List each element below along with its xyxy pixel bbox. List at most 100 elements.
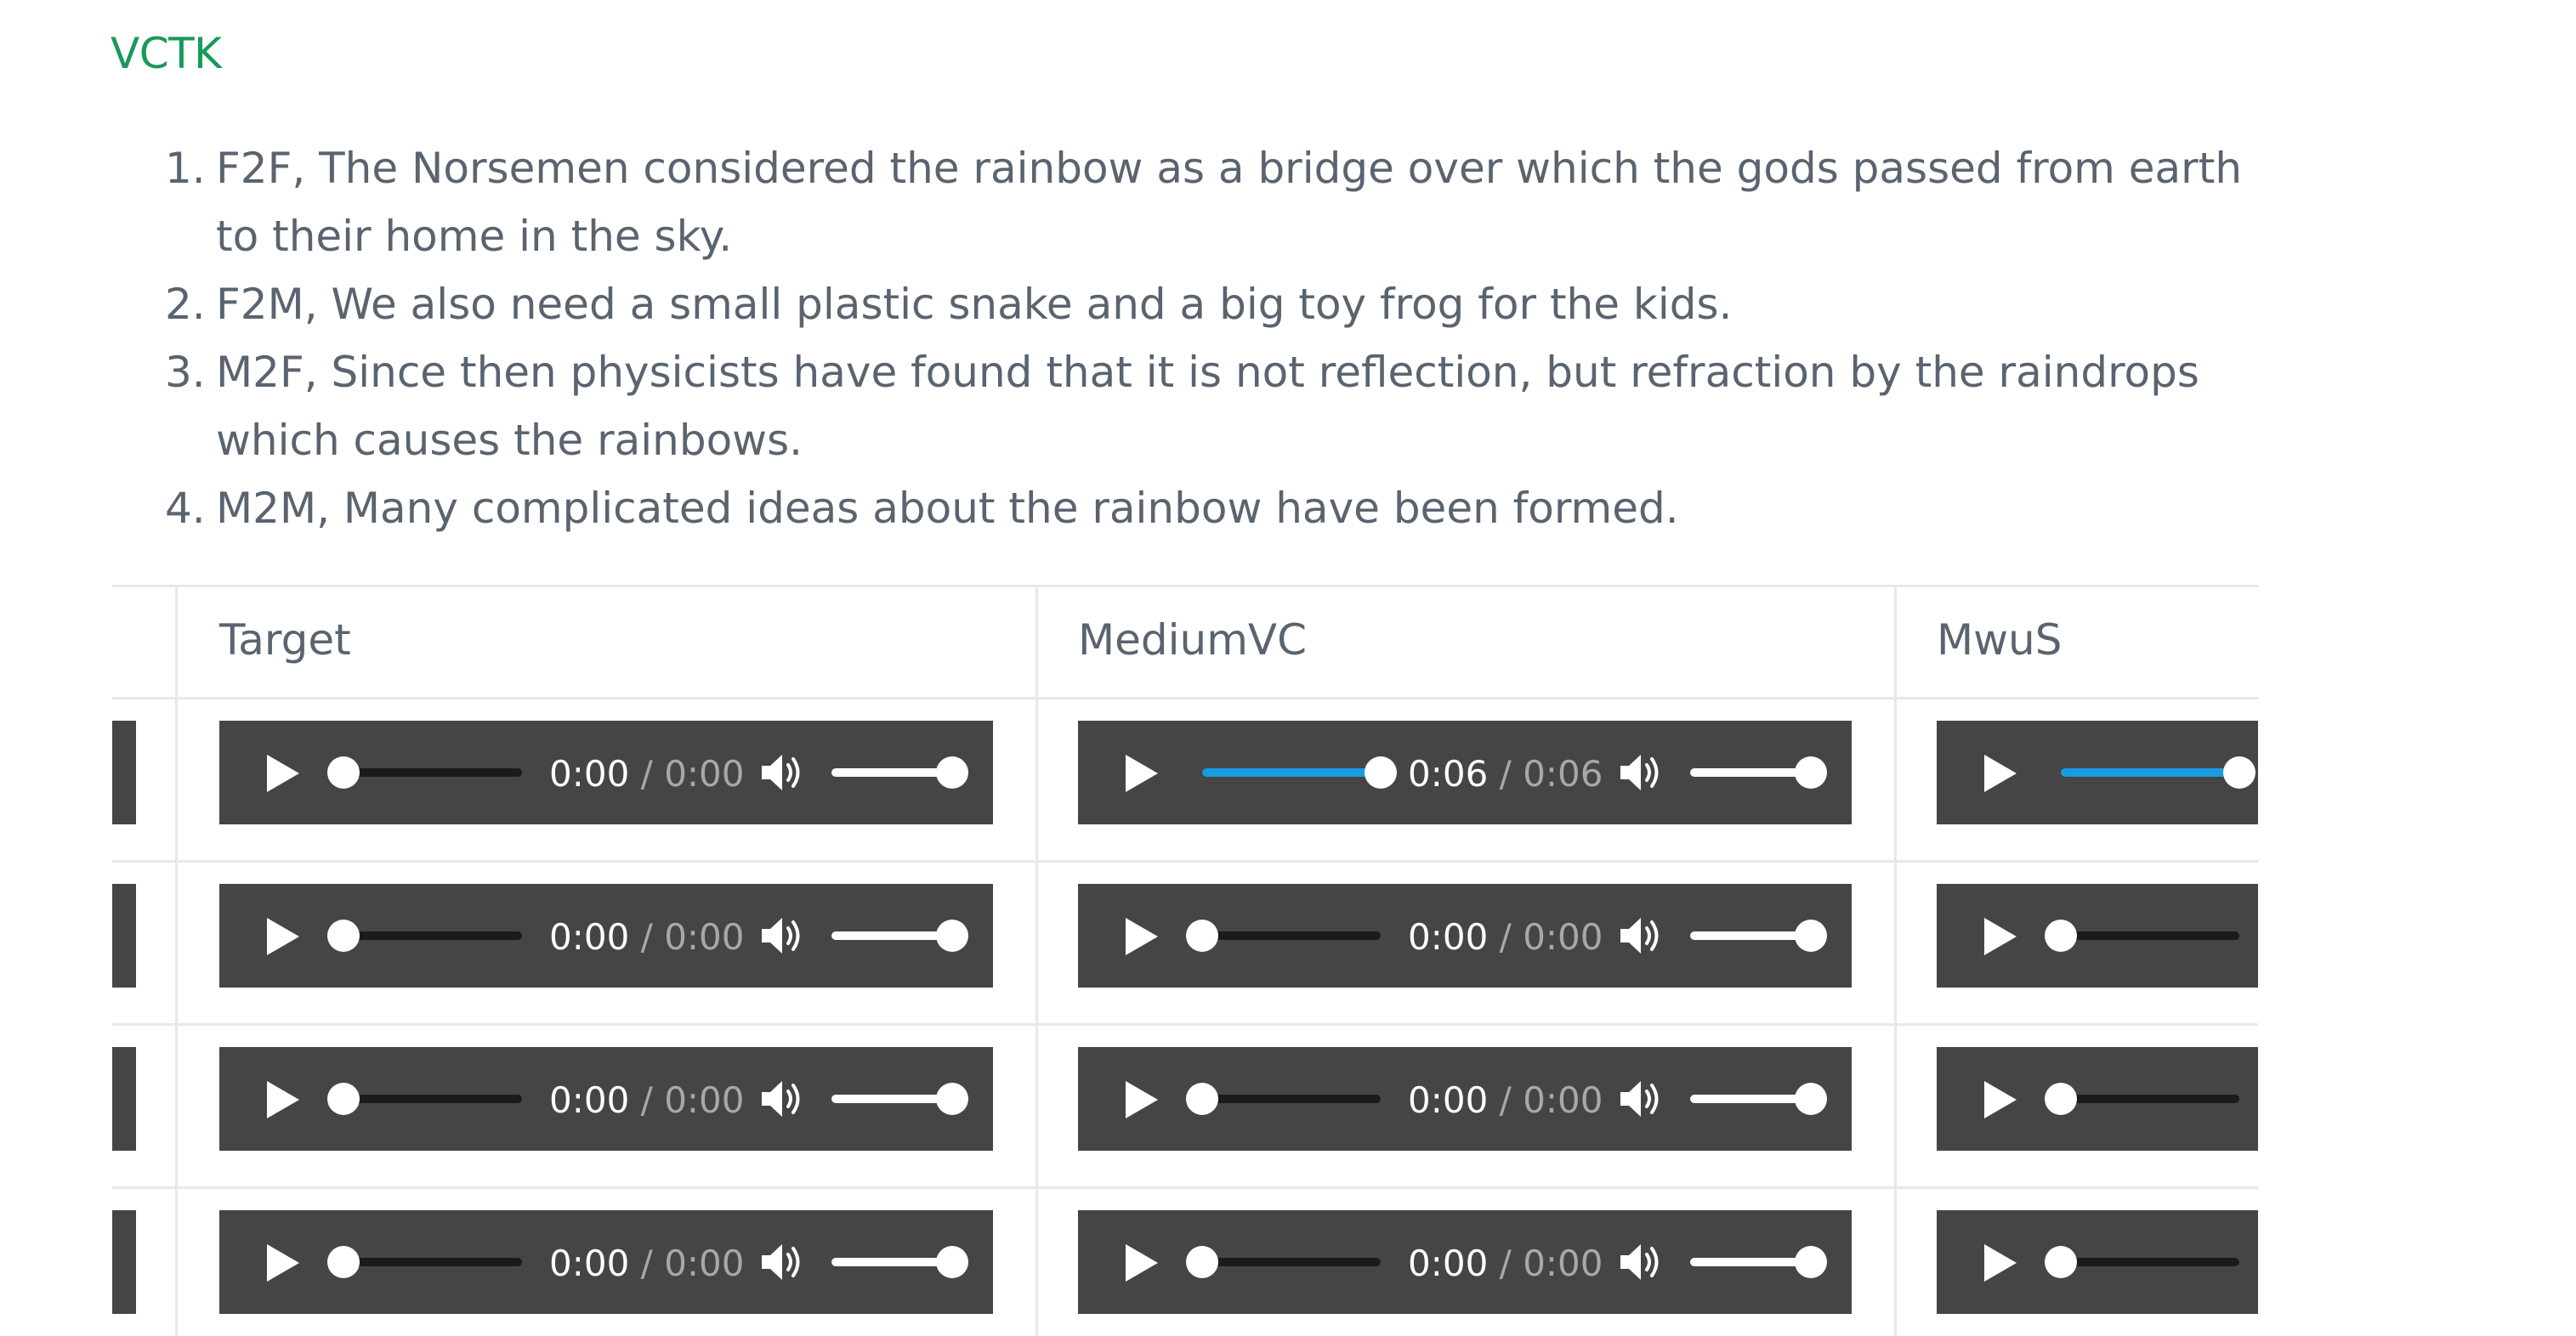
- seek-slider[interactable]: [327, 1083, 522, 1115]
- volume-handle[interactable]: [936, 920, 968, 952]
- audio-player[interactable]: 0:00 / 0:00: [1078, 884, 1852, 988]
- audio-player[interactable]: 0:00 / 0:00: [219, 721, 993, 824]
- seek-handle[interactable]: [2045, 1246, 2077, 1278]
- volume-handle[interactable]: [936, 1246, 968, 1278]
- seek-slider[interactable]: [327, 756, 522, 789]
- volume-icon[interactable]: [1619, 914, 1665, 957]
- time-display: 0:00 / 0:00: [1408, 1079, 1603, 1121]
- seek-slider[interactable]: [1186, 1083, 1381, 1115]
- play-icon[interactable]: [1984, 918, 2017, 955]
- section-title: VCTK: [111, 29, 222, 78]
- play-icon[interactable]: [267, 918, 299, 955]
- seek-handle[interactable]: [327, 1083, 360, 1115]
- audio-player[interactable]: 0:00 / 0:00: [219, 884, 993, 988]
- seek-progress: [2061, 768, 2239, 777]
- table-divider: [112, 585, 2258, 587]
- volume-handle[interactable]: [1795, 920, 1827, 952]
- time-separator: /: [1488, 753, 1523, 795]
- volume-slider[interactable]: [831, 1246, 968, 1278]
- play-icon[interactable]: [1126, 1244, 1158, 1282]
- volume-handle[interactable]: [936, 756, 968, 789]
- volume-icon[interactable]: [760, 914, 806, 957]
- play-icon[interactable]: [267, 1081, 299, 1118]
- seek-slider[interactable]: [327, 920, 522, 952]
- volume-slider[interactable]: [1690, 756, 1827, 789]
- volume-icon[interactable]: [760, 1078, 806, 1120]
- volume-slider[interactable]: [1690, 1083, 1827, 1115]
- play-icon[interactable]: [1984, 1081, 2017, 1118]
- volume-icon[interactable]: [1619, 1078, 1665, 1120]
- audio-player[interactable]: 0:00 / 0:00: [219, 1047, 993, 1151]
- volume-handle[interactable]: [1795, 756, 1827, 789]
- table-divider: [1036, 585, 1038, 1336]
- play-icon[interactable]: [1126, 1081, 1158, 1118]
- current-time: 0:00: [549, 753, 630, 795]
- seek-slider[interactable]: [2045, 1246, 2239, 1278]
- play-icon[interactable]: [1126, 918, 1158, 955]
- volume-handle[interactable]: [936, 1083, 968, 1115]
- seek-slider[interactable]: [1186, 1246, 1381, 1278]
- seek-handle[interactable]: [327, 756, 360, 789]
- seek-slider[interactable]: [2045, 920, 2239, 952]
- current-time: 0:00: [1408, 916, 1489, 958]
- volume-icon[interactable]: [760, 751, 806, 794]
- audio-player[interactable]: [1937, 1047, 2258, 1151]
- seek-handle[interactable]: [1365, 756, 1397, 789]
- audio-player[interactable]: 0:00 / 0:00: [1078, 1047, 1852, 1151]
- volume-icon[interactable]: [1619, 751, 1665, 794]
- duration-time: 0:00: [664, 753, 745, 795]
- play-icon[interactable]: [1126, 755, 1158, 792]
- cut-off-player: [112, 1047, 136, 1151]
- audio-player[interactable]: 0:00 / 0:00: [219, 1210, 993, 1314]
- volume-slider[interactable]: [1690, 1246, 1827, 1278]
- seek-handle[interactable]: [2045, 920, 2077, 952]
- volume-slider[interactable]: [1690, 920, 1827, 952]
- audio-player[interactable]: [1937, 721, 2258, 824]
- seek-slider[interactable]: [2045, 1083, 2239, 1115]
- list-item-number: 3.: [165, 348, 206, 397]
- play-icon[interactable]: [267, 755, 299, 792]
- seek-handle[interactable]: [1186, 920, 1218, 952]
- seek-slider[interactable]: [327, 1246, 522, 1278]
- current-time: 0:00: [549, 1243, 630, 1284]
- seek-handle[interactable]: [327, 920, 360, 952]
- play-icon[interactable]: [1984, 755, 2017, 792]
- volume-icon[interactable]: [760, 1241, 806, 1283]
- play-icon[interactable]: [1984, 1244, 2017, 1282]
- seek-slider[interactable]: [2061, 756, 2255, 789]
- seek-handle[interactable]: [1186, 1246, 1218, 1278]
- volume-slider[interactable]: [831, 756, 968, 789]
- audio-player[interactable]: 0:06 / 0:06: [1078, 721, 1852, 824]
- table-divider: [175, 585, 178, 1336]
- seek-slider[interactable]: [1202, 756, 1397, 789]
- table-divider: [112, 697, 2258, 699]
- seek-handle[interactable]: [1186, 1083, 1218, 1115]
- volume-icon[interactable]: [1619, 1241, 1665, 1283]
- audio-player[interactable]: [1937, 884, 2258, 988]
- list-item-text: F2M, We also need a small plastic snake …: [216, 280, 1733, 329]
- time-display: 0:00 / 0:00: [549, 916, 745, 958]
- time-display: 0:00 / 0:00: [549, 753, 745, 795]
- seek-handle[interactable]: [327, 1246, 360, 1278]
- list-item-text: F2F, The Norsemen considered the rainbow…: [216, 144, 2243, 193]
- list-item-text: M2F, Since then physicists have found th…: [216, 348, 2199, 397]
- audio-player[interactable]: 0:00 / 0:00: [1078, 1210, 1852, 1314]
- current-time: 0:00: [549, 1079, 630, 1121]
- cut-off-player: [112, 721, 136, 824]
- volume-slider[interactable]: [831, 920, 968, 952]
- volume-slider[interactable]: [831, 1083, 968, 1115]
- time-separator: /: [1488, 1079, 1523, 1121]
- cut-off-player: [112, 1210, 136, 1314]
- duration-time: 0:00: [664, 1243, 745, 1284]
- time-separator: /: [629, 916, 665, 958]
- time-display: 0:06 / 0:06: [1408, 753, 1603, 795]
- audio-player[interactable]: [1937, 1210, 2258, 1314]
- volume-handle[interactable]: [1795, 1246, 1827, 1278]
- volume-handle[interactable]: [1795, 1083, 1827, 1115]
- list-item-text: M2M, Many complicated ideas about the ra…: [216, 484, 1679, 533]
- play-icon[interactable]: [267, 1244, 299, 1282]
- seek-progress: [1202, 768, 1381, 777]
- seek-handle[interactable]: [2045, 1083, 2077, 1115]
- seek-handle[interactable]: [2223, 756, 2255, 789]
- seek-slider[interactable]: [1186, 920, 1381, 952]
